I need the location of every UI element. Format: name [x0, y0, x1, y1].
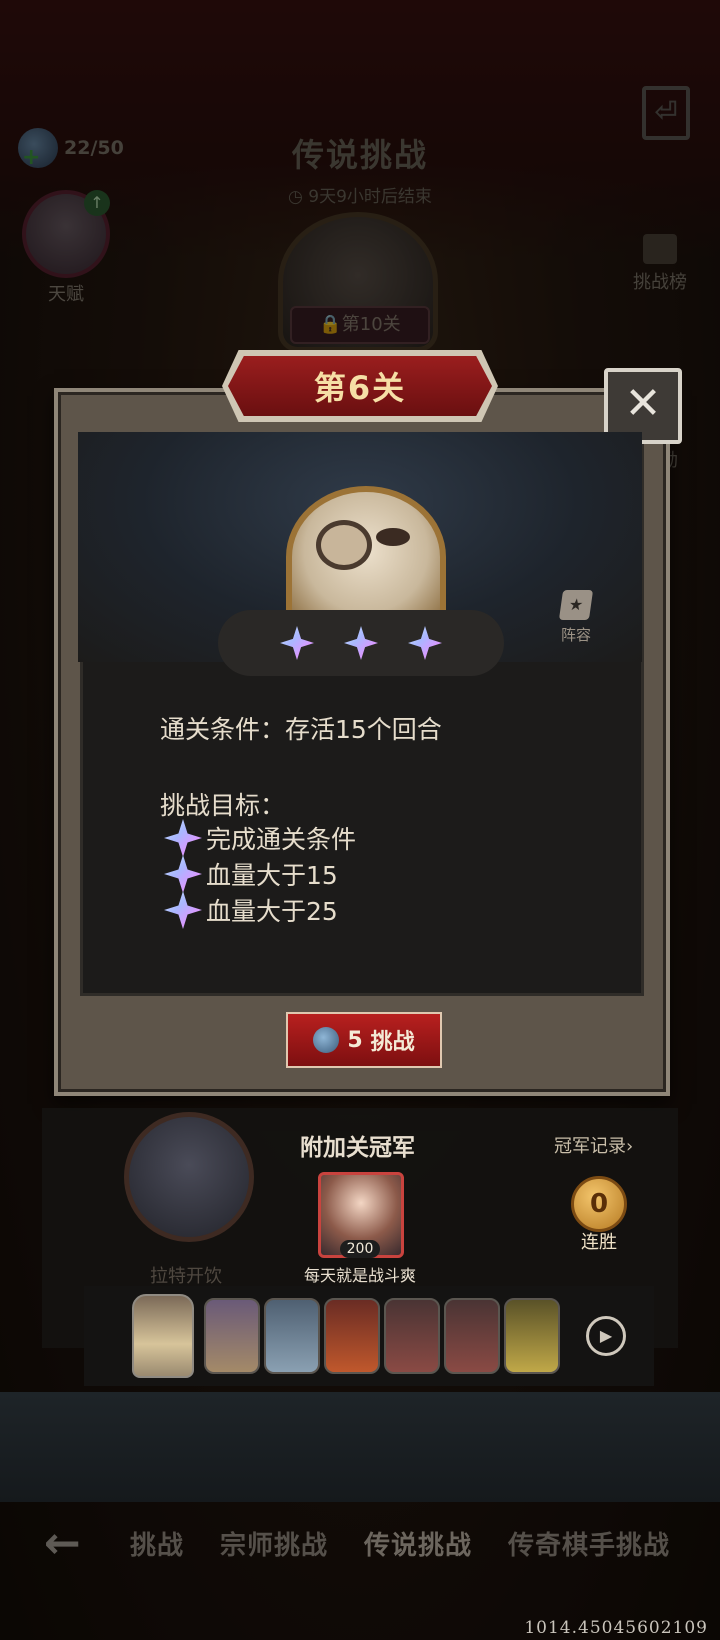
goal-item: 血量大于25	[164, 892, 356, 928]
star-icon	[280, 626, 314, 660]
boss-monocle	[316, 520, 372, 570]
goal-text: 血量大于15	[206, 861, 338, 890]
bottom-nav: ← 挑战 宗师挑战 传说挑战 传奇棋手挑战	[0, 1508, 720, 1578]
tab-grandmaster-challenge[interactable]: 传奇棋手挑战	[508, 1525, 670, 1562]
goal-item: 血量大于15	[164, 856, 356, 892]
star-icon	[164, 819, 202, 857]
stamina-potion-icon	[313, 1027, 340, 1053]
tab-legend-challenge[interactable]: 传说挑战	[364, 1525, 472, 1562]
boss-eye	[376, 528, 410, 546]
champion-title: 附加关冠军	[300, 1135, 415, 1161]
tab-challenge[interactable]: 挑战	[120, 1525, 184, 1562]
streak-badge: 0	[571, 1176, 627, 1232]
team-hero-card[interactable]	[264, 1298, 320, 1374]
goal-list: 完成通关条件 血量大于15 血量大于25	[164, 820, 356, 928]
champion-record-link[interactable]: 冠军记录›	[554, 1132, 633, 1158]
star-rating	[218, 610, 504, 676]
lineup-label: 阵容	[560, 626, 591, 644]
lineup-book-icon: ★	[558, 590, 594, 620]
close-icon: ✕	[624, 378, 662, 429]
tab-master-challenge[interactable]: 宗师挑战	[220, 1525, 328, 1562]
star-icon	[408, 626, 442, 660]
challenge-button[interactable]: 5 挑战	[286, 1012, 442, 1068]
replay-icon[interactable]: ▶	[586, 1316, 626, 1356]
modal-title-banner: 第6关	[228, 356, 492, 416]
streak-label: 连胜	[581, 1232, 617, 1253]
modal-title: 第6关	[313, 369, 407, 407]
goal-title: 挑战目标：	[160, 791, 286, 820]
goal-item: 完成通关条件	[164, 820, 356, 856]
champion-level: 200	[340, 1240, 380, 1258]
background-hero-portrait	[124, 1112, 254, 1242]
team-hero-card[interactable]	[324, 1298, 380, 1374]
background-hero-label: 拉特开饮	[150, 1266, 222, 1287]
team-hero-card[interactable]	[444, 1298, 500, 1374]
debug-coords: 1014.45045602109	[524, 1618, 708, 1638]
back-arrow-icon[interactable]: ←	[44, 1518, 94, 1569]
clear-condition: 通关条件：存活15个回合	[160, 715, 442, 744]
champion-name: 每天就是战斗爽	[303, 1266, 416, 1285]
lineup-button[interactable]: ★ 阵容	[556, 590, 596, 645]
challenge-label: 挑战	[370, 1030, 415, 1055]
goal-text: 完成通关条件	[206, 825, 357, 854]
team-hero-card[interactable]	[132, 1294, 194, 1378]
bottom-decoration	[0, 1392, 720, 1502]
team-hero-card[interactable]	[504, 1298, 560, 1374]
win-streak: 0 连胜	[570, 1176, 628, 1254]
team-hero-card[interactable]	[204, 1298, 260, 1374]
challenge-cost: 5	[347, 1027, 363, 1053]
star-icon	[164, 855, 202, 893]
star-icon	[344, 626, 378, 660]
star-icon	[164, 891, 202, 929]
goal-text: 血量大于25	[206, 897, 338, 926]
champion-team-row: ▶	[84, 1286, 654, 1386]
team-hero-card[interactable]	[384, 1298, 440, 1374]
